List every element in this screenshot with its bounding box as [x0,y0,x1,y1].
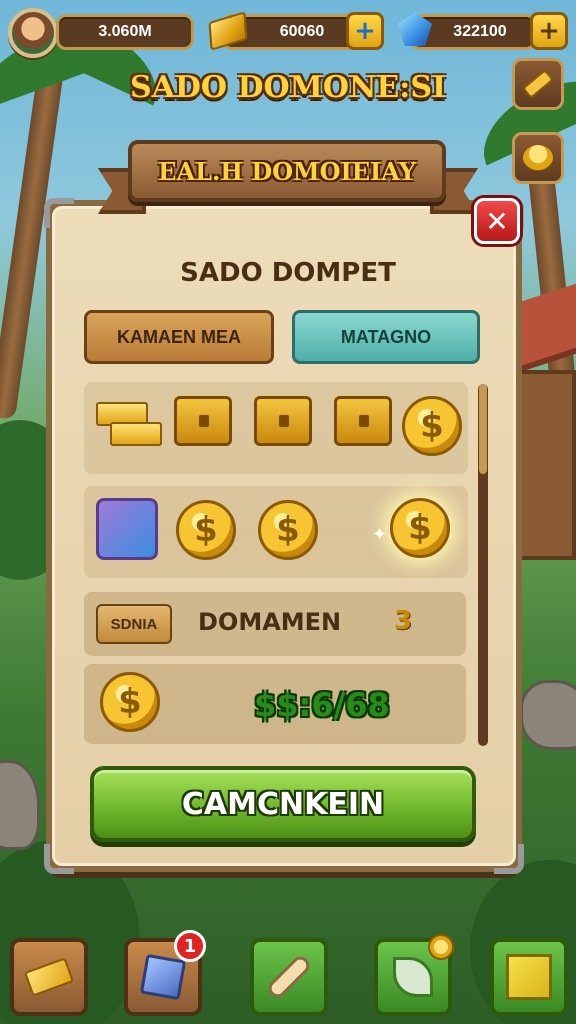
scroll-icon [522,68,554,100]
panel-corner [494,844,524,874]
scroll-tool-button[interactable] [250,938,328,1016]
dollar-coin-icon: $ [402,396,462,456]
summary-badge: SDNIA [96,604,172,644]
tab-label: MATAGNO [340,326,432,347]
scrollbar-thumb[interactable] [479,384,487,474]
summary-label: DOMAMEN [198,608,342,636]
dollar-coin-icon: $ [390,498,450,558]
screen-title: SADO DOMONE:SI [129,70,447,105]
item-row: $ $ $ ✦ [84,486,468,578]
plus-icon: + [538,16,560,46]
gems-value: 322100 [453,23,507,40]
ribbon-banner: EAL.H DOMOIEIAY [128,140,446,202]
dollar-coin-icon: $ [100,672,160,732]
box-tool-button[interactable] [490,938,568,1016]
gold-coin-item[interactable]: $ [258,500,324,566]
cube-icon [139,953,187,1001]
gold-value: 60060 [279,23,325,40]
gold-chest-item[interactable] [174,396,240,462]
coins-value: 3.060M [98,23,152,40]
confirm-button[interactable]: CAMCNKEIN [90,766,476,842]
coin-stack-icon [523,145,553,171]
notification-badge: 1 [174,930,206,962]
dollar-coin-icon: $ [176,500,236,560]
gold-bar-tool-button[interactable] [10,938,88,1016]
close-icon: ✕ [485,204,509,238]
gold-chest-item[interactable] [254,396,320,462]
plus-icon: + [354,16,376,46]
tab-kamaen-mea[interactable]: KAMAEN MEA [84,310,274,364]
price-value: $$:6/68 [254,686,390,724]
sparkle-icon: ✦ [372,524,388,545]
ribbon-title: EAL.H DOMOIEIAY [158,156,416,186]
gold-coin-item[interactable]: $ [176,500,242,566]
panel-title: SADO DOMPET [180,258,396,288]
summary-count: 3 [394,606,413,636]
leaf-icon [393,957,433,997]
box-icon [506,954,552,1000]
list-scrollbar[interactable] [478,384,488,746]
scroll-icon [264,952,314,1002]
top-hud: 3.060M 60060 + 322100 + [0,6,576,58]
gold-bar-icon [23,957,75,997]
tab-matagno[interactable]: MATAGNO [292,310,480,364]
close-button[interactable]: ✕ [474,198,520,244]
gold-bars-item[interactable] [96,400,162,466]
item-row: $ [84,382,468,474]
treasure-chest-icon [254,396,312,446]
coin-gem-pack-item[interactable] [96,498,162,564]
treasure-chest-icon [174,396,232,446]
summary-row: SDNIA DOMAMEN 3 [84,592,466,656]
coin-icon [428,934,454,960]
confirm-label: CAMCNKEIN [181,786,385,822]
coins-bar: 3.060M [56,14,194,50]
player-avatar[interactable] [8,8,58,58]
add-gold-button[interactable]: + [346,12,384,50]
gold-bars-icon [96,400,162,446]
glowing-coin-item[interactable]: $ ✦ [372,498,456,564]
scroll-menu-button[interactable] [512,58,564,110]
gold-chest-item[interactable] [334,396,400,462]
coin-stack-button[interactable] [512,132,564,184]
price-row: $ $$:6/68 [84,664,466,744]
coin-gem-pack-icon [96,498,158,560]
dollar-coin-icon: $ [258,500,318,560]
tab-label: KAMAEN MEA [117,326,241,347]
panel-corner [44,844,74,874]
panel-corner [44,198,74,228]
gold-coin-item[interactable]: $ [402,396,468,462]
add-gems-button[interactable]: + [530,12,568,50]
treasure-chest-icon [334,396,392,446]
